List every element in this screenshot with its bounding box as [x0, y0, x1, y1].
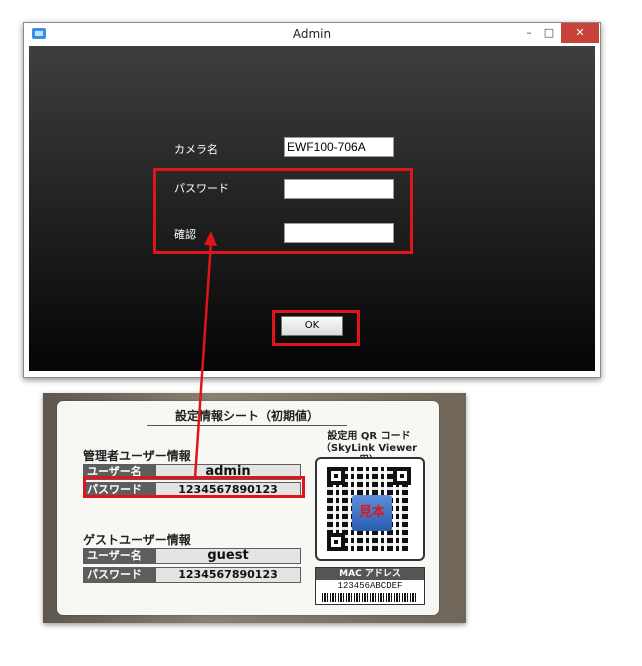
arrow-line	[193, 241, 213, 479]
arrow-head-icon	[204, 231, 217, 246]
arrow-overlay	[193, 231, 217, 479]
